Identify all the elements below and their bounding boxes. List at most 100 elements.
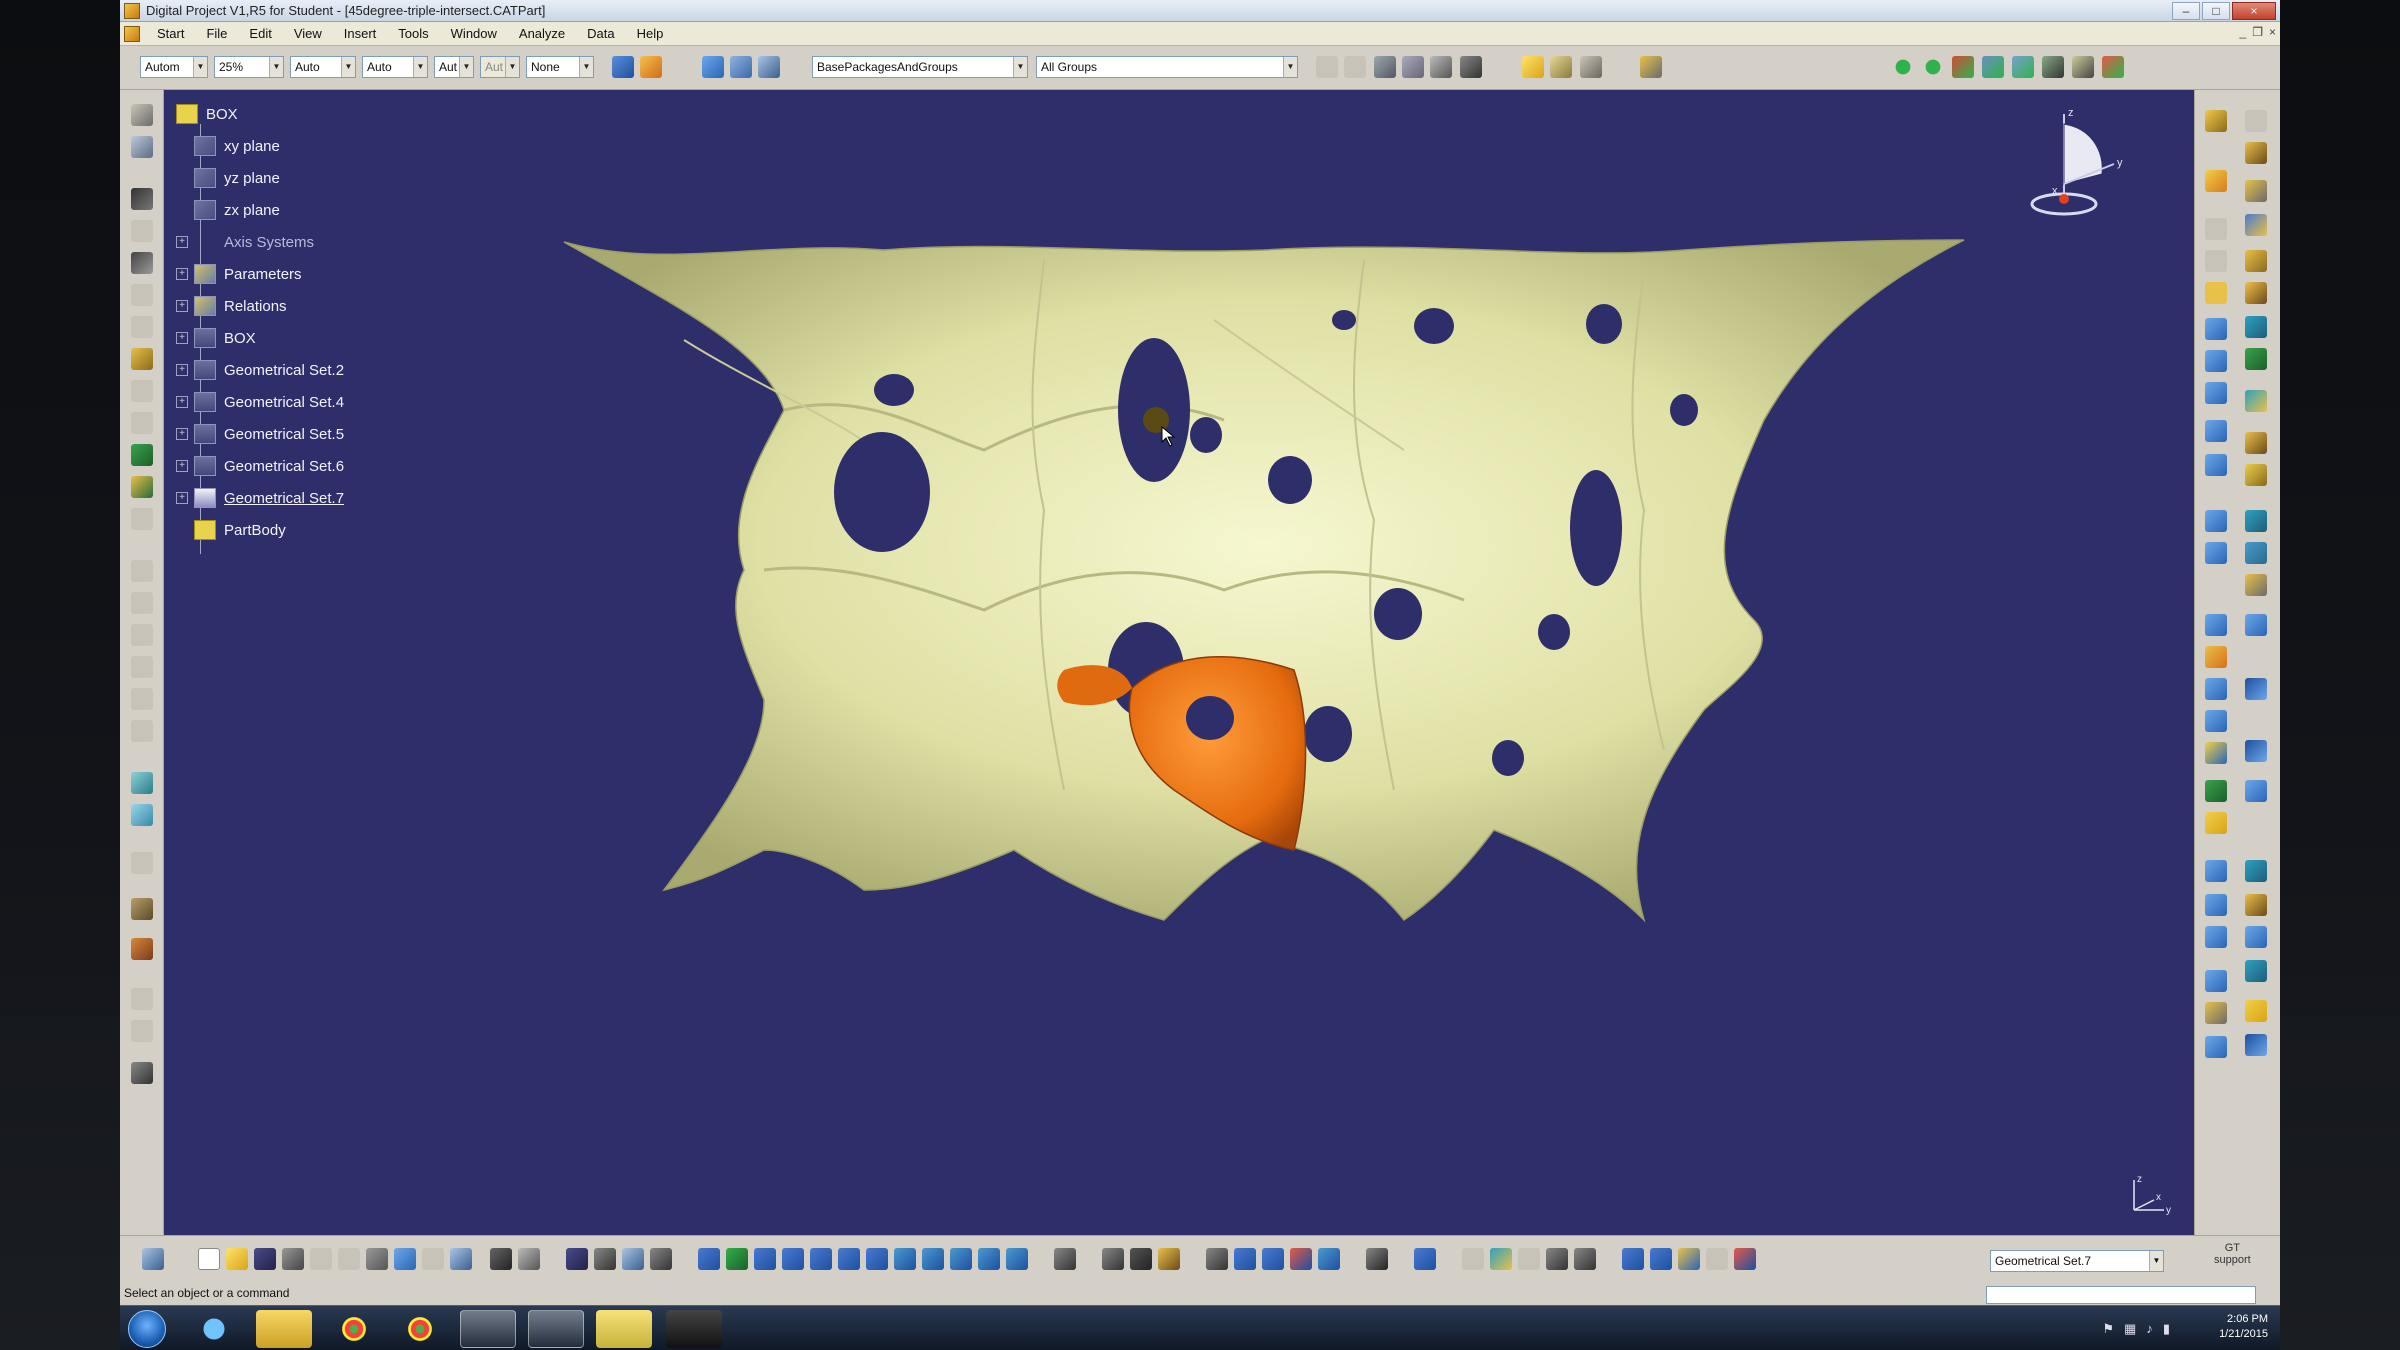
rule-icon[interactable] (2205, 860, 2227, 882)
healing-icon[interactable] (2205, 510, 2227, 532)
internet-explorer-icon[interactable] (186, 1310, 242, 1348)
filter-icon[interactable] (730, 56, 752, 78)
disassemble-icon[interactable] (2205, 542, 2227, 564)
render-icon[interactable] (1206, 1248, 1228, 1270)
front-view-icon[interactable] (922, 1248, 944, 1270)
point-icon[interactable] (2205, 218, 2227, 240)
close-button[interactable]: × (2232, 2, 2276, 20)
maximize-button[interactable]: □ (2202, 2, 2230, 20)
render-mode-combo[interactable]: Autom ▼ (140, 56, 208, 78)
expand-icon[interactable]: + (176, 332, 188, 344)
whats-this-icon[interactable] (450, 1248, 472, 1270)
layers-icon[interactable] (1550, 56, 1572, 78)
intersection-icon[interactable] (2245, 282, 2267, 304)
draft-icon[interactable] (131, 592, 153, 614)
revolve-icon[interactable] (2245, 316, 2267, 338)
menu-window[interactable]: Window (440, 22, 508, 46)
tree-node-geometrical-set-6[interactable]: + Geometrical Set.6 (176, 454, 344, 478)
zoom-combo[interactable]: 25% ▼ (214, 56, 284, 78)
rotate-bottom-icon[interactable] (782, 1248, 804, 1270)
chamfer-icon[interactable] (131, 560, 153, 582)
repetition-icon[interactable] (2205, 1002, 2227, 1024)
scaling-icon[interactable] (2205, 742, 2227, 764)
offset-icon[interactable] (2205, 382, 2227, 404)
menu-insert[interactable]: Insert (333, 22, 388, 46)
split-surface-icon[interactable] (2245, 542, 2267, 564)
define-in-work-object-icon[interactable] (1734, 1248, 1756, 1270)
tree-node-partbody[interactable]: PartBody (194, 518, 286, 542)
user-feature-icon[interactable] (2245, 926, 2267, 948)
expand-icon[interactable]: + (176, 428, 188, 440)
menu-edit[interactable]: Edit (238, 22, 282, 46)
menu-analyze[interactable]: Analyze (508, 22, 576, 46)
line-type-combo[interactable]: Auto ▼ (362, 56, 428, 78)
pattern-icon[interactable] (131, 898, 153, 920)
tree-node-relations[interactable]: + Relations (176, 294, 287, 318)
translate-body-icon[interactable] (131, 852, 153, 874)
power-copy-icon[interactable] (2205, 926, 2227, 948)
menu-view[interactable]: View (283, 22, 333, 46)
spline-icon[interactable] (2245, 214, 2267, 236)
media-icon[interactable] (666, 1310, 722, 1348)
zoom-in-icon[interactable] (810, 1248, 832, 1270)
current-set-combo[interactable]: Geometrical Set.7 ▼ (1990, 1250, 2164, 1272)
chrome-icon[interactable] (326, 1310, 382, 1348)
translate-surface-icon[interactable] (2245, 678, 2267, 700)
lock-icon[interactable] (1158, 1248, 1180, 1270)
tree-node-box[interactable]: + BOX (176, 326, 256, 350)
redo-icon[interactable] (422, 1248, 444, 1270)
comment-icon[interactable] (518, 1248, 540, 1270)
fill-surface-icon[interactable] (2245, 390, 2267, 412)
catalog-icon[interactable] (702, 56, 724, 78)
multisection-icon[interactable] (2205, 454, 2227, 476)
remove-face-icon[interactable] (131, 720, 153, 742)
section-icon[interactable] (1290, 1248, 1312, 1270)
check-icon[interactable] (2245, 860, 2267, 882)
zoom-out-icon[interactable] (838, 1248, 860, 1270)
menu-start[interactable]: Start (146, 22, 195, 46)
hide-show-icon[interactable] (978, 1248, 1000, 1270)
start-button[interactable] (128, 1310, 166, 1348)
measure-icon[interactable] (1316, 56, 1338, 78)
tree-node-zx-plane[interactable]: zx plane (194, 198, 280, 222)
save-icon[interactable] (254, 1248, 276, 1270)
thread-icon[interactable] (131, 688, 153, 710)
scan-icon[interactable] (1402, 56, 1424, 78)
select-icon[interactable] (2205, 170, 2227, 192)
instantiate-icon[interactable] (2205, 970, 2227, 992)
copy-icon[interactable] (338, 1248, 360, 1270)
tree-node-axis-systems[interactable]: + Axis Systems (176, 230, 314, 254)
align-icon[interactable] (2012, 56, 2034, 78)
sphere-icon[interactable] (2205, 350, 2227, 372)
tree-node-geometrical-set-2[interactable]: + Geometrical Set.2 (176, 358, 344, 382)
loft-icon[interactable] (131, 412, 153, 434)
distribute-icon[interactable] (2042, 56, 2064, 78)
cut-icon[interactable] (310, 1248, 332, 1270)
projection-icon[interactable] (2205, 282, 2227, 304)
circle-icon[interactable] (2245, 180, 2267, 202)
3d-viewport[interactable]: BOX xy plane yz plane zx plane + Axis Sy… (164, 90, 2194, 1235)
formula-icon[interactable] (2245, 894, 2267, 916)
update-icon[interactable] (2245, 142, 2267, 164)
app-icon[interactable] (124, 3, 140, 19)
affinity-icon[interactable] (2205, 780, 2227, 802)
undo-bottom-icon[interactable] (394, 1248, 416, 1270)
compass-icon[interactable]: z y x (2024, 104, 2134, 224)
command-input[interactable] (1986, 1286, 2256, 1304)
iso-view-icon[interactable] (894, 1248, 916, 1270)
scene-icon[interactable] (1414, 1248, 1436, 1270)
expand-icon[interactable]: + (176, 460, 188, 472)
help-context-icon[interactable] (758, 56, 780, 78)
tree-node-parameters[interactable]: + Parameters (176, 262, 302, 286)
fly-mode-icon[interactable] (698, 1248, 720, 1270)
pan-bottom-icon[interactable] (754, 1248, 776, 1270)
gyroid-geometry[interactable] (164, 90, 2194, 1235)
law-icon[interactable] (2205, 812, 2227, 834)
extract-icon[interactable] (2245, 614, 2267, 636)
menu-tools[interactable]: Tools (387, 22, 439, 46)
thickness-icon[interactable] (131, 656, 153, 678)
simulate-icon[interactable] (1546, 1248, 1568, 1270)
tree-node-geometrical-set-4[interactable]: + Geometrical Set.4 (176, 390, 344, 414)
material-combo[interactable]: None ▼ (526, 56, 594, 78)
design-table-icon[interactable] (650, 1248, 672, 1270)
